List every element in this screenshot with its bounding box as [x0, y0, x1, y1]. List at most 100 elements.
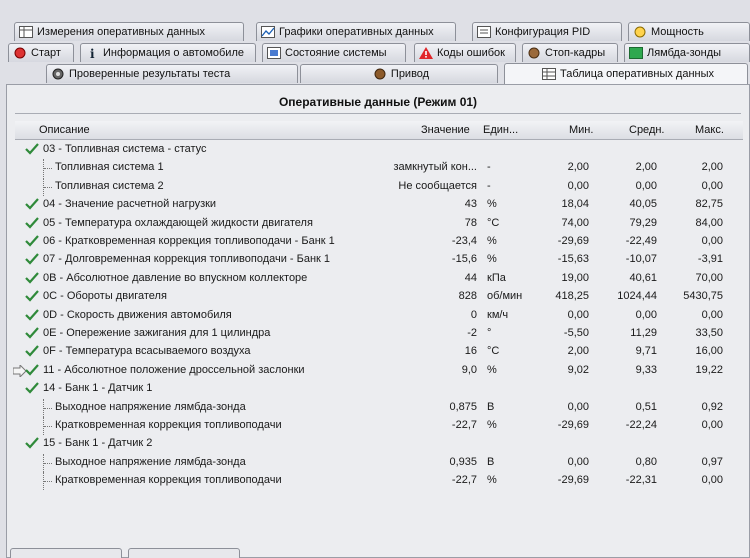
table-row[interactable]: 06 - Кратковременная коррекция топливопо…: [15, 233, 743, 251]
cell-min: -29,69: [557, 419, 589, 431]
cell-max: 84,00: [695, 216, 723, 229]
table-row[interactable]: 11 - Абсолютное положение дроссельной за…: [13, 362, 743, 380]
table-row[interactable]: 0B - Абсолютное давление во впускном кол…: [15, 270, 743, 288]
tab-row-2: Старт i Информация о автомобиле Состояни…: [0, 43, 750, 63]
table-row[interactable]: 14 - Банк 1 - Датчик 1: [15, 380, 743, 398]
cell-unit: %: [487, 419, 497, 431]
cell-value: 9,0: [461, 363, 477, 376]
tab-drive[interactable]: Привод: [300, 64, 498, 83]
tab-label: Информация о автомобиле: [103, 47, 244, 59]
tab-start[interactable]: Старт: [8, 43, 74, 62]
table-row[interactable]: Кратковременная коррекция топливоподачи -…: [15, 472, 743, 491]
table-row[interactable]: 04 - Значение расчетной нагрузки 43% 18,04…: [15, 196, 743, 214]
tab-label: Измерения оперативных данных: [37, 26, 205, 38]
cell-avg: -10,07: [625, 253, 657, 266]
cell-avg: 9,33: [635, 363, 657, 376]
config-icon: [477, 25, 491, 39]
tab-power[interactable]: Мощность: [628, 22, 750, 41]
cell-value: -22,7: [451, 474, 477, 487]
cell-max: 33,50: [695, 327, 723, 339]
cell-min: -29,69: [557, 235, 589, 247]
cell-description: Выходное напряжение лямбда-зонда: [55, 455, 246, 468]
tree-connector-branch: [44, 186, 52, 188]
warning-icon: [419, 46, 433, 60]
table-row[interactable]: 05 - Температура охлаждающей жидкости дв…: [15, 215, 743, 233]
cell-description: 11 - Абсолютное положение дроссельной за…: [43, 363, 305, 376]
cell-value: 0: [470, 308, 477, 321]
table-row[interactable]: Выходное напряжение лямбда-зонда 0,935 В 0,…: [15, 453, 743, 472]
table-row[interactable]: Выходное напряжение лямбда-зонда 0,875 В 0,…: [15, 398, 743, 417]
tab-pid-config[interactable]: Конфигурация PID: [472, 22, 622, 41]
cell-value: -23,4: [451, 235, 477, 247]
tab-label: Стоп-кадры: [545, 47, 606, 59]
cell-max: 0,00: [701, 235, 723, 247]
table-row[interactable]: 03 - Топливная система - статус: [15, 141, 743, 159]
table-row[interactable]: 0F - Температура всасываемого воздуха 16 °…: [15, 343, 743, 361]
tab-error-codes[interactable]: Коды ошибок: [414, 43, 516, 62]
column-min[interactable]: Мин.: [569, 124, 593, 136]
cell-max: 0,00: [701, 419, 723, 431]
cell-unit: -: [487, 161, 491, 174]
column-value[interactable]: Значение: [421, 124, 470, 136]
cell-unit: °C: [487, 345, 500, 358]
cell-value: -22,7: [451, 419, 477, 431]
cell-description: Топливная система 2: [55, 179, 164, 192]
table-row[interactable]: 15 - Банк 1 - Датчик 2: [15, 435, 743, 453]
tab-lambda-sensors[interactable]: Лямбда-зонды: [624, 43, 750, 62]
cell-min: 418,25: [555, 290, 589, 303]
checkmark-icon: [25, 308, 39, 321]
cell-value: 43: [464, 198, 477, 211]
cell-description: 05 - Температура охлаждающей жидкости дв…: [43, 216, 313, 229]
cell-avg: 0,00: [635, 179, 657, 192]
cell-min: 18,04: [561, 198, 589, 211]
cell-min: 74,00: [561, 216, 589, 229]
table-row[interactable]: 0E - Опережение зажигания для 1 цилиндра…: [15, 325, 743, 343]
cell-max: 16,00: [695, 345, 723, 358]
table-row[interactable]: 0D - Скорость движения автомобиля 0 км/ч 0,…: [15, 307, 743, 325]
tab-test-results[interactable]: Проверенные результаты теста: [46, 64, 298, 83]
tab-freeze-frames[interactable]: Стоп-кадры: [522, 43, 618, 62]
start-icon: [13, 46, 27, 60]
cell-unit: °: [487, 327, 492, 339]
cell-description: 0E - Опережение зажигания для 1 цилиндра: [43, 327, 271, 339]
drive-icon: [373, 67, 387, 81]
cell-description: 15 - Банк 1 - Датчик 2: [43, 437, 153, 450]
cell-description: 14 - Банк 1 - Датчик 1: [43, 382, 153, 395]
tab-live-measurements[interactable]: Измерения оперативных данных: [14, 22, 244, 41]
table-row[interactable]: Топливная система 2 Не сообщается - 0,00 0,0…: [15, 177, 743, 196]
table-header: Описание Значение Един... Мин. Средн. Ма…: [15, 121, 743, 140]
column-avg[interactable]: Средн.: [629, 124, 665, 136]
divider: [15, 113, 741, 114]
column-max[interactable]: Макс.: [695, 124, 724, 136]
tab-live-graphs[interactable]: Графики оперативных данных: [256, 22, 456, 41]
tab-live-data-table[interactable]: Таблица оперативных данных: [504, 63, 748, 84]
cell-unit: В: [487, 455, 495, 468]
table-row[interactable]: Кратковременная коррекция топливоподачи -…: [15, 417, 743, 435]
tree-connector: [43, 159, 54, 178]
tab-row-3: Проверенные результаты теста Привод Табл…: [0, 63, 750, 84]
panel-title: Оперативные данные (Режим 01): [278, 95, 478, 109]
cell-unit: кПа: [487, 271, 506, 284]
tab-label: Старт: [31, 47, 61, 59]
checkmark-icon: [25, 345, 39, 357]
column-unit[interactable]: Един...: [483, 124, 518, 136]
table-icon: [19, 25, 33, 39]
checkmark-icon: [25, 364, 39, 376]
column-description[interactable]: Описание: [39, 124, 90, 136]
tab-label: Конфигурация PID: [495, 26, 591, 38]
tree-connector-branch: [44, 168, 52, 170]
freeze-frame-icon: [527, 46, 541, 60]
bottom-button[interactable]: [128, 548, 240, 558]
cell-min: 9,02: [567, 363, 589, 376]
table-row[interactable]: Топливная система 1 замкнутый кон... - 2,00…: [15, 159, 743, 178]
cell-description: 0B - Абсолютное давление во впускном кол…: [43, 271, 308, 284]
tab-system-status[interactable]: Состояние системы: [262, 43, 406, 62]
tab-vehicle-info[interactable]: i Информация о автомобиле: [80, 43, 256, 62]
cell-avg: -22,31: [625, 474, 657, 487]
table-row[interactable]: 0C - Обороты двигателя 828 об/мин 418,25 102…: [15, 288, 743, 306]
cell-avg: -22,24: [625, 419, 657, 431]
tab-label: Привод: [390, 68, 430, 80]
tree-connector-branch: [44, 426, 52, 427]
table-row[interactable]: 07 - Долговременная коррекция топливопод…: [15, 251, 743, 269]
bottom-button[interactable]: [10, 548, 122, 558]
